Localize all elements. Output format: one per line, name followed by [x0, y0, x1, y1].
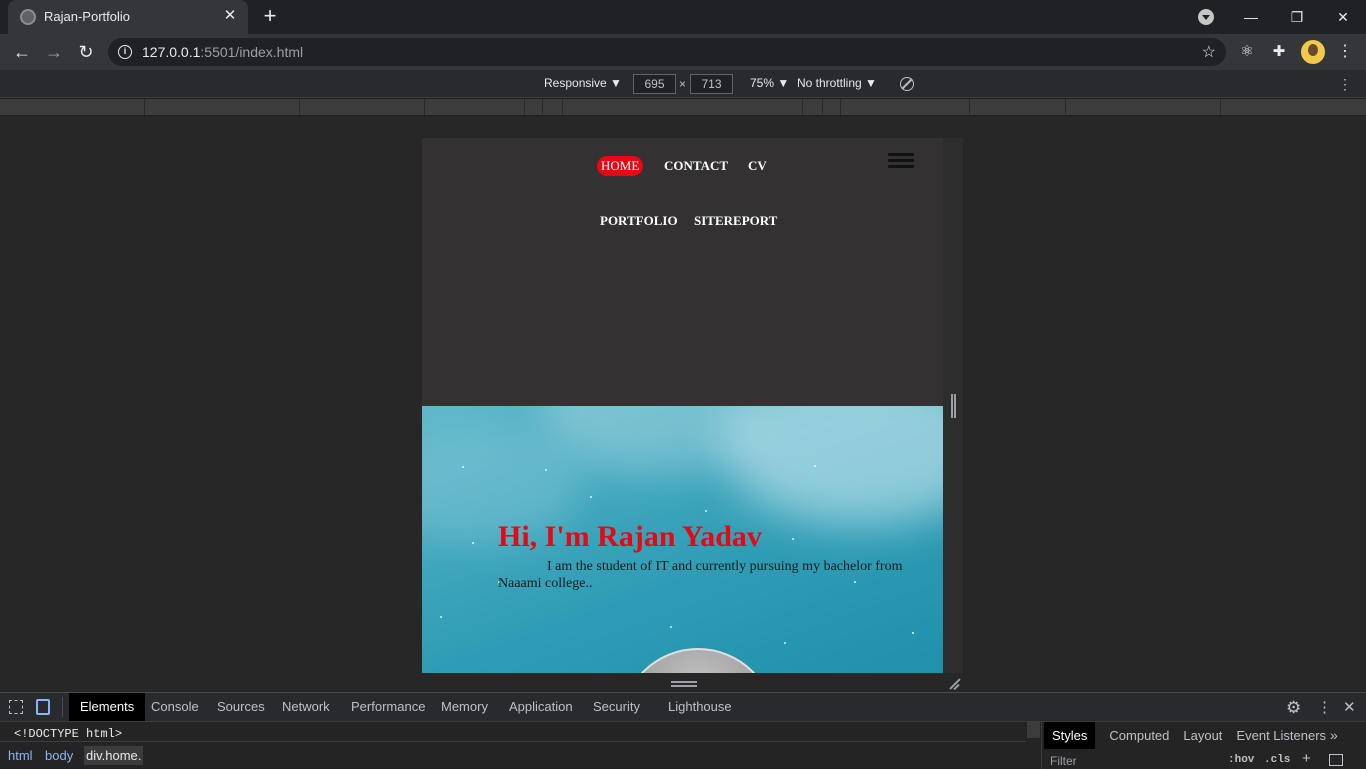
media-query-bar[interactable]	[0, 99, 1366, 115]
media-query-segment[interactable]	[563, 99, 803, 115]
device-toolbar-kebab-icon[interactable]: ⋮	[1338, 76, 1352, 93]
breadcrumb-body[interactable]: body	[43, 746, 75, 765]
window-close-button[interactable]: ✕	[1320, 4, 1366, 30]
dom-scrollbar[interactable]	[1027, 722, 1040, 738]
browser-tab[interactable]: Rajan-Portfolio ✕	[8, 0, 248, 34]
media-query-segment[interactable]	[970, 99, 1066, 115]
devtools-panel: Elements Console Sources Network Perform…	[0, 692, 1366, 769]
media-query-segment[interactable]	[300, 99, 425, 115]
more-tabs-chevron-icon[interactable]: »	[1330, 722, 1338, 749]
device-toolbar: Responsive ▼ 695 × 713 75% ▼ No throttli…	[0, 70, 1366, 98]
resize-handle-bottom[interactable]	[671, 681, 697, 687]
rotate-icon[interactable]	[900, 77, 914, 91]
star-icon[interactable]: ☆	[1202, 42, 1216, 62]
browser-toolbar: ← → ↻ i 127.0.0.1:5501/index.html ☆ ⚛ ✚ …	[0, 34, 1366, 70]
emulated-viewport-area: HOME CONTACT CV PORTFOLIO SITEREPORT Hi,…	[0, 116, 1366, 692]
dimension-times: ×	[679, 77, 687, 91]
media-query-segment[interactable]	[1066, 99, 1221, 115]
media-query-segment[interactable]	[425, 99, 525, 115]
hero-heading: Hi, I'm Rajan Yadav	[498, 520, 762, 553]
media-query-segment[interactable]	[803, 99, 823, 115]
tab-event-listeners[interactable]: Event Listeners	[1236, 722, 1326, 749]
url-text: 127.0.0.1:5501/index.html	[142, 44, 304, 60]
tab-memory[interactable]: Memory	[441, 693, 488, 721]
new-style-rule-button[interactable]: +	[1302, 750, 1311, 767]
tab-sources[interactable]: Sources	[217, 693, 265, 721]
styles-pane: Styles Computed Layout Event Listeners »…	[1041, 722, 1366, 769]
tab-lighthouse[interactable]: Lighthouse	[668, 693, 732, 721]
breadcrumb-div-home[interactable]: div.home.	[84, 746, 144, 765]
media-query-segment[interactable]	[0, 99, 145, 115]
divider	[62, 697, 63, 717]
nav-contact-link[interactable]: CONTACT	[664, 158, 728, 174]
address-bar[interactable]: i 127.0.0.1:5501/index.html ☆	[108, 38, 1226, 66]
class-toggle[interactable]: .cls	[1264, 754, 1290, 766]
dom-doctype-node[interactable]: <!DOCTYPE html>	[14, 727, 122, 741]
tab-layout[interactable]: Layout	[1183, 722, 1222, 749]
width-input[interactable]: 695	[633, 74, 676, 94]
tab-performance[interactable]: Performance	[351, 693, 425, 721]
tab-styles[interactable]: Styles	[1044, 722, 1096, 749]
devtools-kebab-icon[interactable]: ⋮	[1317, 698, 1332, 716]
tab-application[interactable]: Application	[509, 693, 573, 721]
inspect-element-icon[interactable]	[9, 700, 23, 714]
styles-filter-input[interactable]: Filter	[1050, 754, 1077, 768]
tab-network[interactable]: Network	[282, 693, 330, 721]
hero-description: I am the student of IT and currently pur…	[498, 559, 903, 591]
media-query-segment[interactable]	[145, 99, 300, 115]
globe-favicon-icon	[20, 9, 36, 25]
portfolio-page: HOME CONTACT CV PORTFOLIO SITEREPORT Hi,…	[422, 138, 943, 673]
media-query-segment[interactable]	[525, 99, 543, 115]
tab-computed[interactable]: Computed	[1109, 722, 1169, 749]
media-query-segment[interactable]	[841, 99, 970, 115]
profile-avatar[interactable]	[1301, 40, 1325, 64]
new-tab-button[interactable]: +	[258, 4, 282, 28]
reload-icon[interactable]: ↻	[72, 38, 100, 66]
tab-close-icon[interactable]: ✕	[220, 6, 240, 26]
forward-arrow-icon[interactable]: →	[40, 38, 68, 66]
media-query-segment[interactable]	[543, 99, 563, 115]
tab-strip: Rajan-Portfolio ✕ + — ❐ ✕	[0, 0, 1366, 34]
tab-console[interactable]: Console	[151, 693, 199, 721]
puzzle-extensions-icon[interactable]: ✚	[1269, 42, 1289, 62]
device-select[interactable]: Responsive ▼	[544, 76, 622, 90]
close-icon[interactable]: ✕	[1343, 698, 1356, 716]
tab-security[interactable]: Security	[593, 693, 640, 721]
back-arrow-icon[interactable]: ←	[8, 38, 36, 66]
zoom-select[interactable]: 75% ▼	[750, 76, 789, 90]
tab-search-icon[interactable]	[1198, 9, 1214, 25]
resize-corner-handle[interactable]	[947, 678, 961, 690]
chrome-menu-kebab-icon[interactable]: ⋮	[1335, 42, 1355, 62]
devtools-tab-bar: Elements Console Sources Network Perform…	[0, 693, 1366, 722]
gear-icon[interactable]: ⚙	[1286, 698, 1301, 718]
breadcrumb-html[interactable]: html	[6, 746, 35, 765]
nav-home-link[interactable]: HOME	[597, 156, 644, 176]
hero-section: Hi, I'm Rajan Yadav I am the student of …	[422, 406, 943, 673]
react-devtools-icon[interactable]: ⚛	[1237, 42, 1257, 62]
info-icon[interactable]: i	[118, 45, 132, 59]
media-query-segment[interactable]	[1221, 99, 1366, 115]
sidebar-toggle-icon[interactable]	[1329, 754, 1343, 766]
breadcrumb: html body div.home.	[0, 741, 1026, 769]
minimize-button[interactable]: —	[1228, 4, 1274, 30]
media-query-segment[interactable]	[823, 99, 841, 115]
height-input[interactable]: 713	[690, 74, 733, 94]
device-toggle-icon[interactable]	[36, 699, 50, 715]
tab-title: Rajan-Portfolio	[44, 9, 130, 24]
nav-portfolio-link[interactable]: PORTFOLIO	[600, 213, 678, 229]
nav-sitereport-link[interactable]: SITEREPORT	[694, 213, 777, 229]
hover-state-toggle[interactable]: :hov	[1228, 754, 1254, 766]
throttling-select[interactable]: No throttling ▼	[797, 76, 877, 90]
nav-cv-link[interactable]: CV	[748, 158, 767, 174]
hamburger-icon[interactable]	[888, 153, 914, 169]
resize-handle-right[interactable]	[951, 394, 956, 418]
tab-elements[interactable]: Elements	[69, 693, 146, 721]
restore-button[interactable]: ❐	[1274, 4, 1320, 30]
profile-photo	[620, 648, 776, 673]
